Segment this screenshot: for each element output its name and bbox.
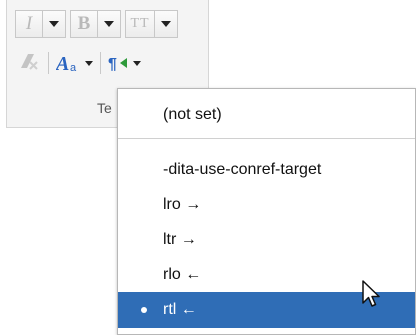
selected-bullet-icon: [141, 307, 147, 313]
text-direction-button[interactable]: ¶: [108, 52, 141, 74]
menu-item-dita-use-conref-target[interactable]: -dita-use-conref-target: [118, 152, 415, 188]
small-caps-button[interactable]: TT: [125, 10, 155, 38]
svg-text:a: a: [70, 62, 77, 74]
menu-item-label: lro →: [163, 196, 202, 213]
paragraph-direction-icon: ¶: [108, 56, 127, 73]
menu-item-label: ltr →: [163, 231, 197, 248]
chevron-down-icon: [49, 21, 59, 27]
menu-item-label: rlo ←: [163, 266, 202, 283]
svg-text:¶: ¶: [108, 56, 117, 73]
italic-label: I: [25, 13, 33, 34]
font-style-icon: A a: [56, 53, 77, 74]
menu-item-lro[interactable]: lro →: [118, 187, 415, 223]
small-caps-dropdown-button[interactable]: [154, 10, 178, 38]
chevron-down-icon: [161, 21, 171, 27]
svg-text:A: A: [56, 53, 69, 74]
toolbar-separator: [100, 52, 101, 74]
format-row: A a ¶: [17, 48, 141, 78]
mouse-pointer-icon: [361, 280, 381, 313]
menu-item-not-set[interactable]: (not set): [118, 97, 415, 133]
menu-item-label: (not set): [163, 106, 222, 123]
menu-item-label: rtl ←: [163, 301, 197, 318]
group-label: Te: [97, 100, 112, 116]
chevron-down-icon: [85, 60, 93, 66]
toolbar-separator: [48, 52, 49, 74]
chevron-down-icon: [104, 21, 114, 27]
text-style-row: I B TT: [15, 10, 178, 38]
small-caps-label: TT: [130, 16, 150, 31]
italic-button[interactable]: I: [15, 10, 43, 38]
bold-button[interactable]: B: [70, 10, 98, 38]
clear-formatting-icon[interactable]: [17, 50, 41, 77]
bold-label: B: [77, 13, 91, 34]
chevron-down-icon: [133, 60, 141, 66]
bold-dropdown-button[interactable]: [97, 10, 121, 38]
italic-dropdown-button[interactable]: [42, 10, 66, 38]
menu-separator: [118, 138, 415, 139]
menu-item-ltr[interactable]: ltr →: [118, 222, 415, 258]
font-style-button[interactable]: A a: [56, 52, 93, 74]
menu-item-label: -dita-use-conref-target: [163, 161, 322, 178]
